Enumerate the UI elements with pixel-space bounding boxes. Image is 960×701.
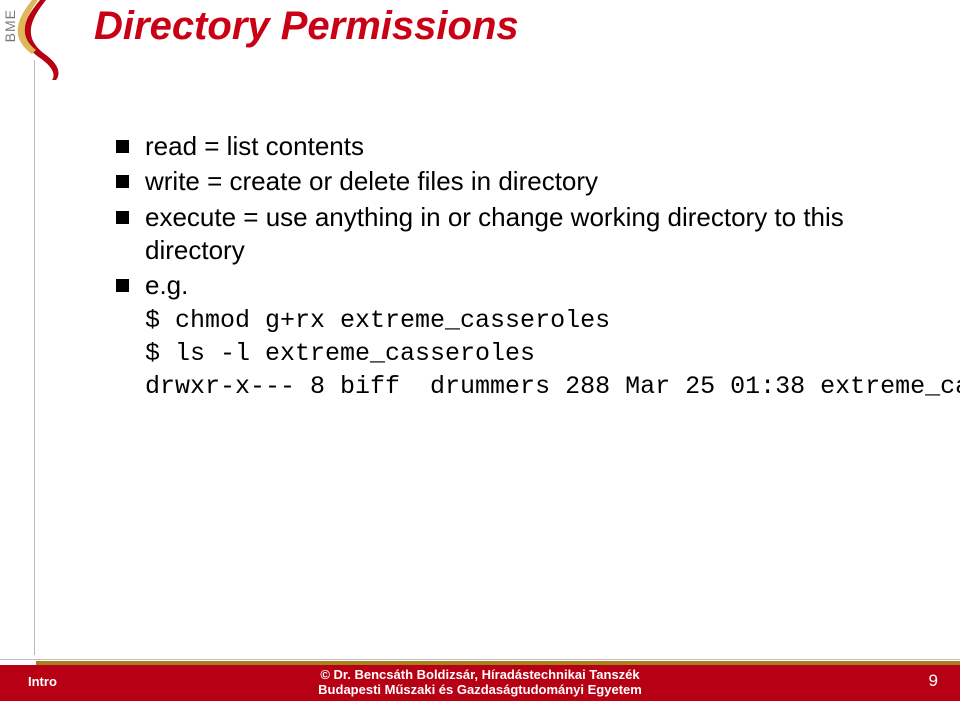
page-number: 9 xyxy=(929,671,938,691)
code-example: $ chmod g+rx extreme_casseroles $ ls -l … xyxy=(145,304,896,403)
bullet-item: read = list contents xyxy=(116,130,896,163)
footer-center: © Dr. Bencsáth Boldizsár, Híradástechnik… xyxy=(0,667,960,698)
bullet-text: e.g. xyxy=(145,269,896,302)
slide: BME Directory Permissions read = list co… xyxy=(0,0,960,701)
bullet-text: write = create or delete files in direct… xyxy=(145,165,896,198)
footer-institution: Budapesti Műszaki és Gazdaságtudományi E… xyxy=(0,682,960,698)
vertical-divider xyxy=(34,60,35,655)
content-area: read = list contents write = create or d… xyxy=(116,130,896,403)
slide-title: Directory Permissions xyxy=(94,4,519,49)
bullet-marker-icon xyxy=(116,211,129,224)
bullet-item: execute = use anything in or change work… xyxy=(116,201,896,268)
bullet-marker-icon xyxy=(116,175,129,188)
bullet-text: read = list contents xyxy=(145,130,896,163)
swoosh-logo-icon xyxy=(12,0,64,80)
footer-copyright: © Dr. Bencsáth Boldizsár, Híradástechnik… xyxy=(0,667,960,683)
bullet-item: e.g. xyxy=(116,269,896,302)
bullet-marker-icon xyxy=(116,140,129,153)
code-line: drwxr-x--- 8 biff drummers 288 Mar 25 01… xyxy=(145,372,960,401)
left-sidebar: BME xyxy=(0,0,60,660)
footer: Intro © Dr. Bencsáth Boldizsár, Híradást… xyxy=(0,659,960,701)
bullet-item: write = create or delete files in direct… xyxy=(116,165,896,198)
bullet-text: execute = use anything in or change work… xyxy=(145,201,896,268)
code-line: $ chmod g+rx extreme_casseroles xyxy=(145,306,610,335)
code-line: $ ls -l extreme_casseroles xyxy=(145,339,535,368)
bullet-marker-icon xyxy=(116,279,129,292)
